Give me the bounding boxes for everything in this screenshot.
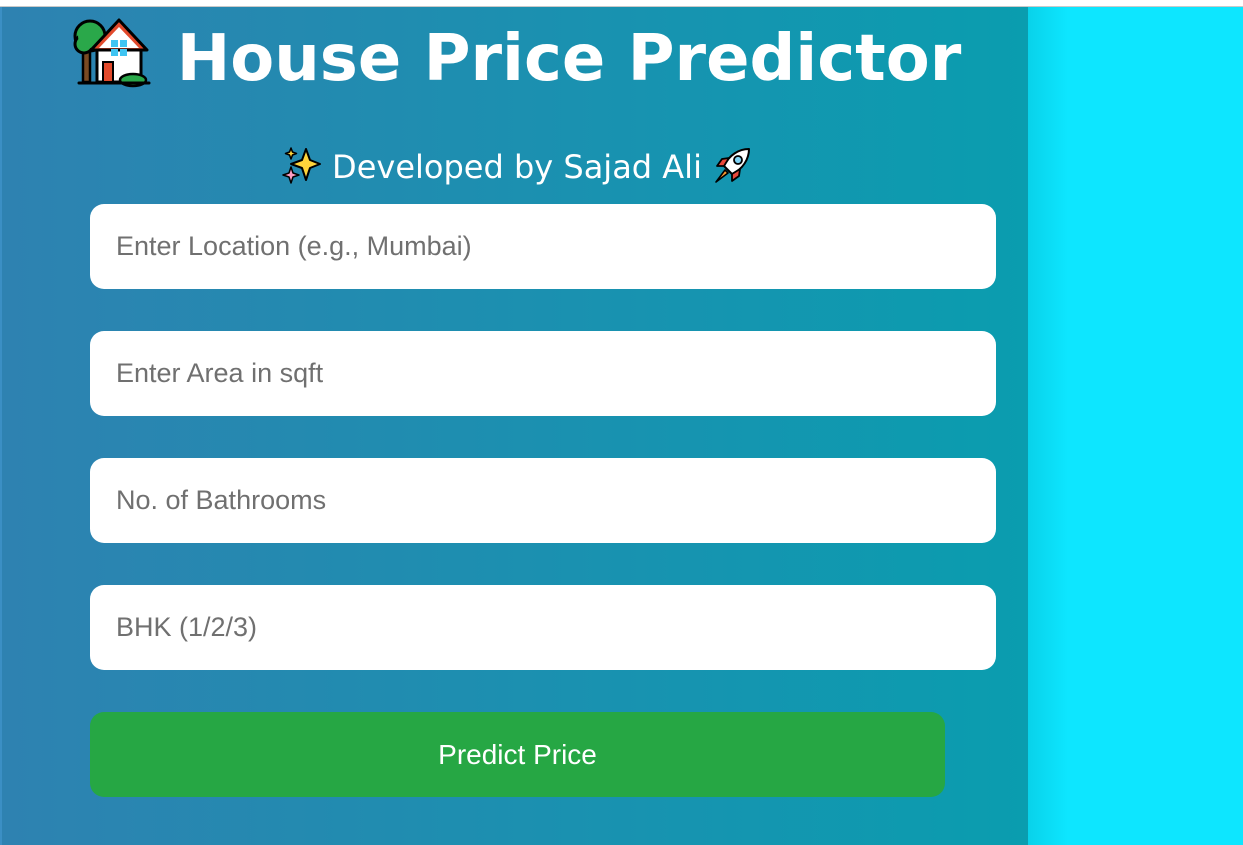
predict-price-button[interactable]: Predict Price bbox=[90, 712, 945, 797]
area-sqft-input[interactable] bbox=[90, 331, 996, 416]
window-top-border bbox=[0, 0, 1243, 7]
bathrooms-input[interactable] bbox=[90, 458, 996, 543]
subtitle-text: Developed by Sajad Ali bbox=[332, 148, 702, 186]
house-with-garden-icon bbox=[73, 18, 151, 88]
sparkles-icon bbox=[282, 147, 322, 184]
predictor-panel: House Price Predictor Developed by Sajad… bbox=[0, 7, 1028, 845]
location-input[interactable] bbox=[90, 204, 996, 289]
page-title: House Price Predictor bbox=[176, 22, 962, 96]
subtitle-row: Developed by Sajad Ali bbox=[2, 143, 1032, 191]
page-title-row: House Price Predictor bbox=[2, 12, 1032, 99]
rocket-icon bbox=[715, 148, 750, 183]
panel-edge-glow bbox=[1028, 7, 1068, 845]
bhk-input[interactable] bbox=[90, 585, 996, 670]
